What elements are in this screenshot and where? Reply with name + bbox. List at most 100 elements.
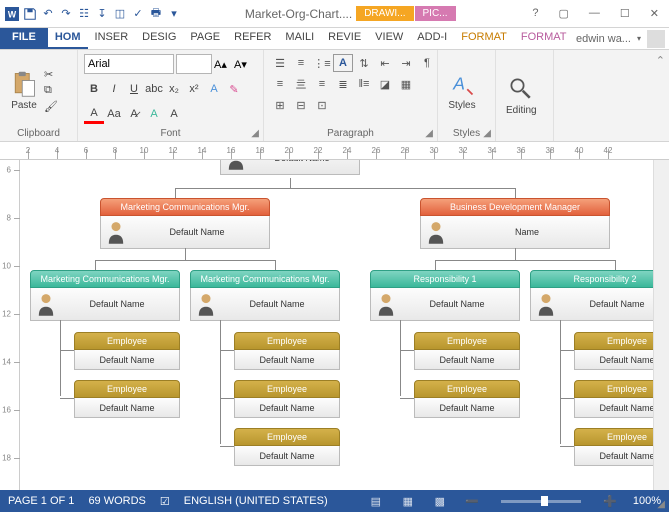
web-layout-icon[interactable]: ▩ [431, 493, 449, 509]
bullets-icon[interactable]: ☰ [270, 54, 290, 72]
align-left-icon[interactable]: ≡ [270, 75, 290, 93]
styles-dialog-launcher-icon[interactable]: ◢ [483, 128, 491, 139]
org-box-l3-1[interactable]: Marketing Communications Mgr.Default Nam… [190, 270, 340, 321]
line-spacing-icon[interactable]: ‖≡ [354, 75, 374, 93]
org-box-emp-2-0[interactable]: EmployeeDefault Name [414, 332, 520, 370]
tab-references[interactable]: REFER [227, 28, 278, 49]
document-canvas[interactable]: Default Name Marketing Communications Mgr… [20, 160, 653, 490]
org-box-l3-3[interactable]: Responsibility 2Default Name [530, 270, 653, 321]
maximize-icon[interactable]: ☐ [614, 5, 636, 22]
page-indicator[interactable]: PAGE 1 OF 1 [8, 495, 74, 507]
align-center-icon[interactable]: 亖 [291, 75, 311, 93]
change-case-icon[interactable]: Aa [104, 104, 124, 124]
decrease-indent-icon[interactable]: ⇤ [375, 54, 395, 72]
tab-file[interactable]: FILE [0, 28, 48, 49]
zoom-in-icon[interactable]: ➕ [601, 493, 619, 509]
superscript-button[interactable]: x² [184, 79, 204, 99]
org-box-emp-0-1[interactable]: EmployeeDefault Name [74, 380, 180, 418]
language-indicator[interactable]: ENGLISH (UNITED STATES) [184, 495, 328, 507]
clipboard-dialog-launcher-icon[interactable]: ◢ [657, 499, 665, 510]
org-box-l3-0[interactable]: Marketing Communications Mgr.Default Nam… [30, 270, 180, 321]
sort-icon[interactable]: ⇅ [354, 54, 374, 72]
paragraph-dialog-launcher-icon[interactable]: ◢ [425, 128, 433, 139]
para-extra-2[interactable]: ⊟ [291, 96, 311, 114]
zoom-out-icon[interactable]: ➖ [463, 493, 481, 509]
font-dialog-launcher-icon[interactable]: ◢ [251, 128, 259, 139]
copy-icon[interactable]: ⧉ [44, 84, 58, 97]
org-box-emp-2-1[interactable]: EmployeeDefault Name [414, 380, 520, 418]
qat-icon-6[interactable]: ◫ [112, 6, 128, 22]
print-icon[interactable]: 🖶 [148, 6, 164, 22]
qat-icon-7[interactable]: ✓ [130, 6, 146, 22]
org-box-emp-0-0[interactable]: EmployeeDefault Name [74, 332, 180, 370]
editing-button[interactable]: Editing [502, 73, 541, 118]
zoom-thumb[interactable] [541, 496, 548, 506]
org-box-l2-0[interactable]: Marketing Communications Mgr.Default Nam… [100, 198, 270, 249]
org-box-emp-1-0[interactable]: EmployeeDefault Name [234, 332, 340, 370]
styles-button[interactable]: A Styles [444, 68, 480, 113]
org-box-emp-3-1[interactable]: EmployeeDefault Name [574, 380, 653, 418]
show-marks-icon[interactable]: ¶ [417, 54, 437, 72]
text-effects-icon[interactable]: A [204, 79, 224, 99]
vertical-scrollbar[interactable] [653, 160, 669, 490]
shrink-font-icon[interactable]: A▾ [234, 58, 252, 71]
close-icon[interactable]: ✕ [644, 5, 665, 22]
strikethrough-button[interactable]: abc [144, 79, 164, 99]
save-icon[interactable] [22, 6, 38, 22]
qat-dropdown-icon[interactable]: ▾ [166, 6, 182, 22]
format-painter-icon[interactable]: 🖌 [44, 100, 58, 113]
print-layout-icon[interactable]: ▦ [399, 493, 417, 509]
clear-formatting-icon[interactable]: A̷ [124, 104, 144, 124]
bold-button[interactable]: B [84, 79, 104, 99]
qat-icon-4[interactable]: ☷ [76, 6, 92, 22]
text-highlight-icon[interactable]: A [144, 104, 164, 124]
borders-icon[interactable]: ▦ [396, 75, 416, 93]
tab-format-drawing[interactable]: FORMAT [454, 28, 514, 49]
ruler-horizontal[interactable]: 24681012141618202224262830323436384042 [0, 142, 669, 160]
qat-icon-5[interactable]: ↧ [94, 6, 110, 22]
multilevel-icon[interactable]: ⋮≡ [312, 54, 332, 72]
org-box-emp-1-1[interactable]: EmployeeDefault Name [234, 380, 340, 418]
para-extra-3[interactable]: ⊡ [312, 96, 332, 114]
subscript-button[interactable]: x₂ [164, 79, 184, 99]
grow-font-icon[interactable]: A▴ [214, 58, 232, 71]
tab-home[interactable]: HOM [48, 28, 88, 49]
justify-icon[interactable]: ≣ [333, 75, 353, 93]
org-box-emp-3-0[interactable]: EmployeeDefault Name [574, 332, 653, 370]
collapse-ribbon-icon[interactable]: ⌃ [656, 54, 665, 67]
minimize-icon[interactable]: — [583, 5, 606, 22]
underline-button[interactable]: U [124, 79, 144, 99]
tab-addins[interactable]: ADD-I [410, 28, 454, 49]
word-count[interactable]: 69 WORDS [88, 495, 145, 507]
ruler-vertical[interactable]: 681012141618 [0, 160, 20, 490]
ribbon-options-icon[interactable]: ▢ [553, 5, 575, 22]
font-size-select[interactable] [176, 54, 212, 74]
tab-format-picture[interactable]: FORMAT [514, 28, 574, 49]
help-icon[interactable]: ? [526, 5, 544, 22]
user-account[interactable]: edwin wa... ▾ [576, 28, 669, 49]
cut-icon[interactable]: ✂ [44, 68, 58, 81]
align-right-icon[interactable]: ≡ [312, 75, 332, 93]
zoom-slider[interactable] [501, 500, 581, 503]
tab-view[interactable]: VIEW [368, 28, 410, 49]
org-box-top[interactable]: Default Name [220, 160, 360, 175]
paste-button[interactable]: Paste [6, 68, 42, 113]
para-extra-1[interactable]: ⊞ [270, 96, 290, 114]
tab-mailings[interactable]: MAILI [278, 28, 321, 49]
redo-icon[interactable]: ↷ [58, 6, 74, 22]
tab-insert[interactable]: INSER [88, 28, 136, 49]
read-mode-icon[interactable]: ▤ [367, 493, 385, 509]
org-box-emp-1-2[interactable]: EmployeeDefault Name [234, 428, 340, 466]
org-box-l3-2[interactable]: Responsibility 1Default Name [370, 270, 520, 321]
font-color-icon[interactable]: A [84, 104, 104, 124]
proofing-icon[interactable]: ☑ [160, 495, 170, 508]
font-btn-extra[interactable]: A [164, 104, 184, 124]
numbering-icon[interactable]: ≡ [291, 54, 311, 72]
tab-page-layout[interactable]: PAGE [183, 28, 227, 49]
italic-button[interactable]: I [104, 79, 124, 99]
undo-icon[interactable]: ↶ [40, 6, 56, 22]
font-family-select[interactable] [84, 54, 174, 74]
highlight-icon[interactable]: ✎ [224, 79, 244, 99]
text-box-a-icon[interactable]: A [333, 54, 353, 72]
increase-indent-icon[interactable]: ⇥ [396, 54, 416, 72]
